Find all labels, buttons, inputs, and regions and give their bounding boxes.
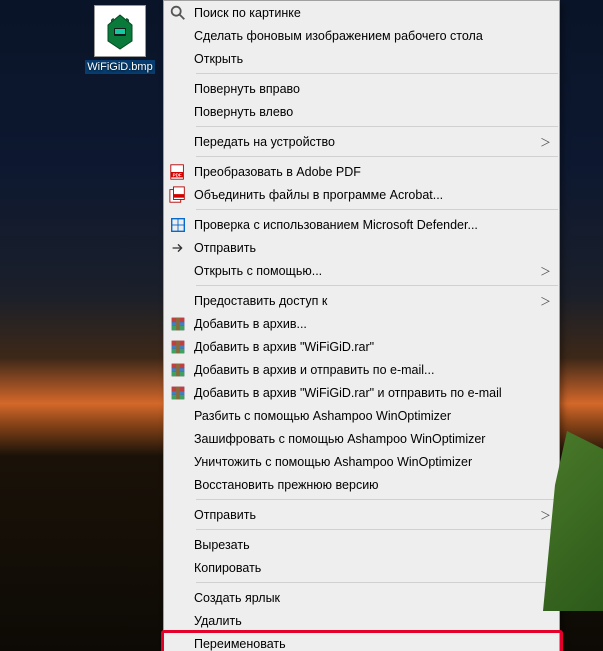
menu-item-label: Добавить в архив... xyxy=(194,317,539,331)
menu-item[interactable]: Объединить файлы в программе Acrobat... xyxy=(164,183,559,206)
menu-item-label: Добавить в архив "WiFiGiD.rar" xyxy=(194,340,539,354)
menu-separator xyxy=(196,529,558,530)
winrar-icon xyxy=(168,337,188,357)
menu-item-label: Повернуть влево xyxy=(194,105,539,119)
menu-icon-blank xyxy=(168,132,188,152)
desktop-file[interactable]: WiFiGiD.bmp xyxy=(85,5,155,74)
menu-item[interactable]: Добавить в архив "WiFiGiD.rar" и отправи… xyxy=(164,381,559,404)
menu-icon-blank xyxy=(168,588,188,608)
menu-icon-blank xyxy=(168,558,188,578)
menu-item[interactable]: Отправить xyxy=(164,236,559,259)
menu-separator xyxy=(196,499,558,500)
menu-item-label: Преобразовать в Adobe PDF xyxy=(194,165,539,179)
submenu-arrow-icon: ＞ xyxy=(539,507,551,523)
menu-item-label: Уничтожить с помощью Ashampoo WinOptimiz… xyxy=(194,455,539,469)
menu-item-label: Добавить в архив "WiFiGiD.rar" и отправи… xyxy=(194,386,539,400)
menu-separator xyxy=(196,285,558,286)
winrar-icon xyxy=(168,360,188,380)
menu-icon-blank xyxy=(168,535,188,555)
menu-item-label: Сделать фоновым изображением рабочего ст… xyxy=(194,29,539,43)
menu-item-label: Проверка с использованием Microsoft Defe… xyxy=(194,218,539,232)
winrar-icon xyxy=(168,314,188,334)
menu-item[interactable]: Предоставить доступ к＞ xyxy=(164,289,559,312)
menu-item-label: Объединить файлы в программе Acrobat... xyxy=(194,188,539,202)
menu-item[interactable]: Восстановить прежнюю версию xyxy=(164,473,559,496)
menu-icon-blank xyxy=(168,291,188,311)
menu-icon-blank xyxy=(168,102,188,122)
menu-item-label: Вырезать xyxy=(194,538,539,552)
menu-item[interactable]: Уничтожить с помощью Ashampoo WinOptimiz… xyxy=(164,450,559,473)
defender-icon xyxy=(168,215,188,235)
menu-item-label: Переименовать xyxy=(194,637,539,651)
menu-item-label: Повернуть вправо xyxy=(194,82,539,96)
menu-item[interactable]: Создать ярлык xyxy=(164,586,559,609)
menu-item[interactable]: Повернуть влево xyxy=(164,100,559,123)
menu-item[interactable]: Добавить в архив... xyxy=(164,312,559,335)
menu-item[interactable]: Сделать фоновым изображением рабочего ст… xyxy=(164,24,559,47)
menu-item-label: Добавить в архив и отправить по e-mail..… xyxy=(194,363,539,377)
menu-item[interactable]: Добавить в архив "WiFiGiD.rar" xyxy=(164,335,559,358)
submenu-arrow-icon: ＞ xyxy=(539,134,551,150)
menu-item-label: Открыть с помощью... xyxy=(194,264,539,278)
menu-icon-blank xyxy=(168,261,188,281)
menu-separator xyxy=(196,73,558,74)
menu-icon-blank xyxy=(168,475,188,495)
menu-icon-blank xyxy=(168,452,188,472)
menu-separator xyxy=(196,582,558,583)
menu-item[interactable]: Поиск по картинке xyxy=(164,1,559,24)
menu-item[interactable]: Добавить в архив и отправить по e-mail..… xyxy=(164,358,559,381)
menu-item-label: Создать ярлык xyxy=(194,591,539,605)
menu-item[interactable]: Открыть xyxy=(164,47,559,70)
menu-item-label: Удалить xyxy=(194,614,539,628)
menu-item[interactable]: Передать на устройство＞ xyxy=(164,130,559,153)
menu-icon-blank xyxy=(168,406,188,426)
menu-item[interactable]: Повернуть вправо xyxy=(164,77,559,100)
menu-icon-blank xyxy=(168,26,188,46)
search-icon xyxy=(168,3,188,23)
submenu-arrow-icon: ＞ xyxy=(539,293,551,309)
file-thumbnail xyxy=(94,5,146,57)
menu-item-label: Предоставить доступ к xyxy=(194,294,539,308)
menu-separator xyxy=(196,126,558,127)
menu-item[interactable]: Зашифровать с помощью Ashampoo WinOptimi… xyxy=(164,427,559,450)
winrar-icon xyxy=(168,383,188,403)
file-name-label: WiFiGiD.bmp xyxy=(85,60,155,74)
menu-item[interactable]: Переименовать xyxy=(164,632,559,651)
menu-item-label: Открыть xyxy=(194,52,539,66)
pdf-combine-icon xyxy=(168,185,188,205)
menu-item[interactable]: Разбить с помощью Ashampoo WinOptimizer xyxy=(164,404,559,427)
menu-item[interactable]: Отправить＞ xyxy=(164,503,559,526)
menu-item-label: Отправить xyxy=(194,241,539,255)
menu-icon-blank xyxy=(168,49,188,69)
menu-item-label: Разбить с помощью Ashampoo WinOptimizer xyxy=(194,409,539,423)
share-icon xyxy=(168,238,188,258)
context-menu: Поиск по картинке Сделать фоновым изображ… xyxy=(163,0,560,651)
menu-item[interactable]: Проверка с использованием Microsoft Defe… xyxy=(164,213,559,236)
menu-item[interactable]: Копировать xyxy=(164,556,559,579)
menu-item[interactable]: Открыть с помощью...＞ xyxy=(164,259,559,282)
menu-item-label: Отправить xyxy=(194,508,539,522)
menu-item-label: Восстановить прежнюю версию xyxy=(194,478,539,492)
menu-separator xyxy=(196,209,558,210)
submenu-arrow-icon: ＞ xyxy=(539,263,551,279)
menu-item[interactable]: Удалить xyxy=(164,609,559,632)
desktop[interactable]: WiFiGiD.bmp Поиск по картинке Сделать фон… xyxy=(0,0,603,651)
menu-icon-blank xyxy=(168,505,188,525)
menu-item-label: Зашифровать с помощью Ashampoo WinOptimi… xyxy=(194,432,539,446)
menu-item-label: Передать на устройство xyxy=(194,135,539,149)
menu-icon-blank xyxy=(168,79,188,99)
menu-item-label: Поиск по картинке xyxy=(194,6,539,20)
menu-icon-blank xyxy=(168,611,188,631)
pdf-icon xyxy=(168,162,188,182)
menu-icon-blank xyxy=(168,634,188,651)
menu-item-label: Копировать xyxy=(194,561,539,575)
menu-icon-blank xyxy=(168,429,188,449)
menu-separator xyxy=(196,156,558,157)
menu-item[interactable]: Преобразовать в Adobe PDF xyxy=(164,160,559,183)
menu-item[interactable]: Вырезать xyxy=(164,533,559,556)
